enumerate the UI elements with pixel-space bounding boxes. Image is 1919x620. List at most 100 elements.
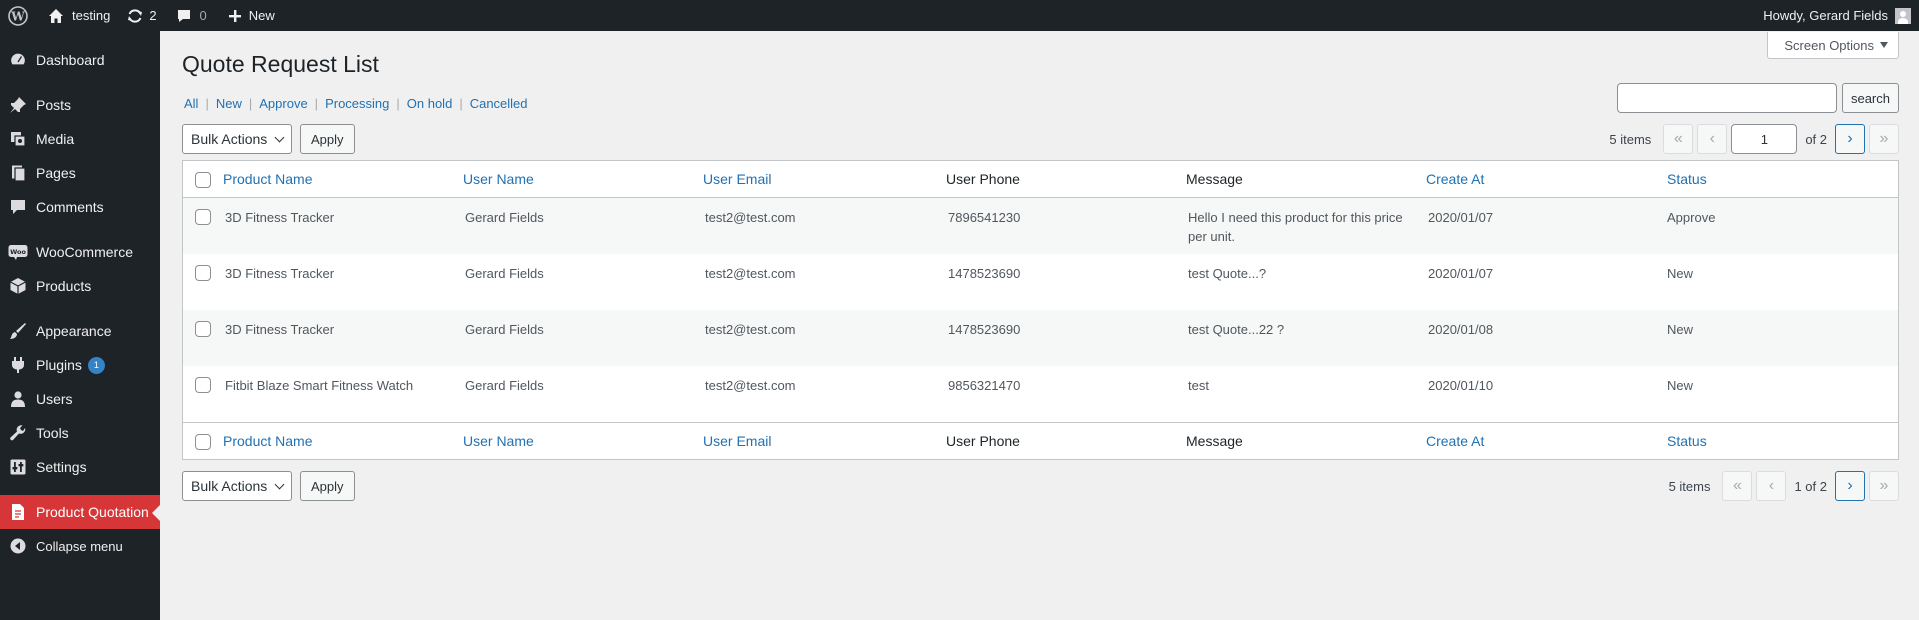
search-button[interactable]: search: [1841, 83, 1899, 113]
column-product-name[interactable]: Product Name: [223, 432, 463, 451]
current-page-input[interactable]: 1: [1731, 124, 1798, 154]
column-create-at[interactable]: Create At: [1426, 432, 1667, 451]
filter-all[interactable]: All: [184, 96, 198, 111]
wordpress-logo-icon[interactable]: W: [0, 0, 36, 31]
sidebar-item-label: Appearance: [36, 323, 112, 339]
sidebar-item-plugins[interactable]: Plugins 1: [0, 348, 160, 382]
column-message: Message: [1186, 432, 1243, 449]
product-name-cell: 3D Fitness Tracker: [225, 266, 335, 281]
svg-text:W: W: [10, 9, 25, 23]
user-email-cell: test2@test.com: [705, 322, 796, 337]
search-input[interactable]: [1616, 83, 1837, 113]
column-create-at[interactable]: Create At: [1426, 170, 1667, 189]
sidebar-item-woocommerce[interactable]: Woo WooCommerce: [0, 235, 160, 269]
next-page-button[interactable]: ›: [1835, 471, 1865, 501]
message-cell: test: [1188, 378, 1209, 393]
last-page-button[interactable]: »: [1869, 124, 1899, 154]
row-checkbox[interactable]: [195, 321, 211, 337]
filter-cancelled[interactable]: Cancelled: [470, 96, 528, 111]
updates-link[interactable]: 2: [119, 0, 165, 31]
bulk-actions-select[interactable]: Bulk Actions: [182, 471, 292, 501]
user-name-cell: Gerard Fields: [465, 378, 544, 393]
select-all-checkbox[interactable]: [195, 172, 211, 188]
caret-down-icon: [1880, 42, 1888, 48]
column-status[interactable]: Status: [1667, 170, 1867, 189]
new-content-link[interactable]: New: [216, 0, 284, 31]
screen-options-button[interactable]: Screen Options: [1767, 32, 1899, 59]
sidebar-item-posts[interactable]: Posts: [0, 88, 160, 122]
status-cell: New: [1667, 378, 1694, 393]
last-page-button[interactable]: »: [1869, 471, 1899, 501]
row-checkbox-cell: [183, 208, 223, 225]
filter-approve[interactable]: Approve: [259, 96, 307, 111]
column-user-name[interactable]: User Name: [463, 170, 703, 189]
create-at-cell: 2020/01/08: [1428, 322, 1494, 337]
chevron-down-icon: [274, 479, 285, 489]
bulk-actions-select[interactable]: Bulk Actions: [182, 124, 292, 154]
collapse-menu-button[interactable]: Collapse menu: [0, 529, 160, 563]
sidebar-item-product-quotation[interactable]: Product Quotation: [0, 495, 160, 529]
row-checkbox[interactable]: [195, 265, 211, 281]
user-name-cell: Gerard Fields: [465, 266, 544, 281]
pagination-bottom: 5 items « ‹ 1 of 2 › »: [1669, 471, 1899, 501]
table-row: 3D Fitness Tracker Gerard Fields test2@t…: [183, 198, 1898, 254]
sidebar-item-products[interactable]: Products: [0, 269, 160, 303]
column-status[interactable]: Status: [1667, 432, 1867, 451]
sidebar-item-dashboard[interactable]: Dashboard: [0, 43, 160, 77]
product-name-cell: 3D Fitness Tracker: [225, 322, 335, 337]
sidebar-item-label: Users: [36, 391, 73, 407]
quote-table: Product Name User Name User Email User P…: [182, 160, 1899, 460]
row-checkbox[interactable]: [195, 377, 211, 393]
column-user-email[interactable]: User Email: [703, 170, 946, 189]
howdy-label: Howdy, Gerard Fields: [1763, 8, 1888, 23]
sidebar-item-label: Product Quotation: [36, 504, 149, 520]
sidebar-item-settings[interactable]: Settings: [0, 450, 160, 484]
message-cell: test Quote...22 ?: [1188, 322, 1285, 337]
column-product-name[interactable]: Product Name: [223, 170, 463, 189]
prev-page-button[interactable]: ‹: [1756, 471, 1787, 501]
sidebar-item-users[interactable]: Users: [0, 382, 160, 416]
table-footer: Product Name User Name User Email User P…: [183, 422, 1898, 459]
filter-new[interactable]: New: [216, 96, 242, 111]
filter-on-hold[interactable]: On hold: [407, 96, 453, 111]
site-name-link[interactable]: testing: [36, 0, 119, 31]
user-phone-cell: 1478523690: [948, 322, 1021, 337]
sidebar-item-tools[interactable]: Tools: [0, 416, 160, 450]
comment-icon: [0, 198, 36, 216]
table-header: Product Name User Name User Email User P…: [183, 161, 1898, 198]
sidebar-item-pages[interactable]: Pages: [0, 156, 160, 190]
first-page-button[interactable]: «: [1722, 471, 1753, 501]
sidebar-item-appearance[interactable]: Appearance: [0, 314, 160, 348]
table-row: 3D Fitness Tracker Gerard Fields test2@t…: [183, 310, 1898, 366]
comment-icon: [176, 8, 192, 24]
sidebar-item-label: Collapse menu: [36, 538, 123, 554]
prev-page-button[interactable]: ‹: [1697, 124, 1728, 154]
select-all-cell: [183, 170, 223, 188]
column-user-name[interactable]: User Name: [463, 432, 703, 451]
row-checkbox[interactable]: [195, 209, 211, 225]
table-row: Fitbit Blaze Smart Fitness Watch Gerard …: [183, 366, 1898, 422]
select-all-checkbox[interactable]: [195, 434, 211, 450]
my-account[interactable]: Howdy, Gerard Fields: [1763, 7, 1919, 24]
comments-link[interactable]: 0: [166, 0, 216, 31]
first-page-button[interactable]: «: [1663, 124, 1694, 154]
pushpin-icon: [0, 96, 36, 114]
sidebar-item-comments[interactable]: Comments: [0, 190, 160, 224]
items-count: 5 items: [1609, 131, 1652, 147]
plugin-icon: [0, 356, 36, 374]
sidebar-item-media[interactable]: Media: [0, 122, 160, 156]
next-page-button[interactable]: ›: [1835, 124, 1865, 154]
table-row: 3D Fitness Tracker Gerard Fields test2@t…: [183, 254, 1898, 310]
paintbrush-icon: [0, 322, 36, 340]
sidebar-item-label: WooCommerce: [36, 244, 133, 260]
apply-button[interactable]: Apply: [300, 124, 355, 154]
new-label: New: [248, 8, 275, 23]
select-all-cell: [183, 432, 223, 450]
message-cell: test Quote...?: [1188, 266, 1267, 281]
apply-button[interactable]: Apply: [300, 471, 355, 501]
status-filters: All | New | Approve | Processing | On hold | …: [184, 96, 528, 111]
sidebar-item-label: Pages: [36, 165, 76, 181]
column-user-email[interactable]: User Email: [703, 432, 946, 451]
sidebar-item-label: Dashboard: [36, 52, 105, 68]
filter-processing[interactable]: Processing: [325, 96, 389, 111]
